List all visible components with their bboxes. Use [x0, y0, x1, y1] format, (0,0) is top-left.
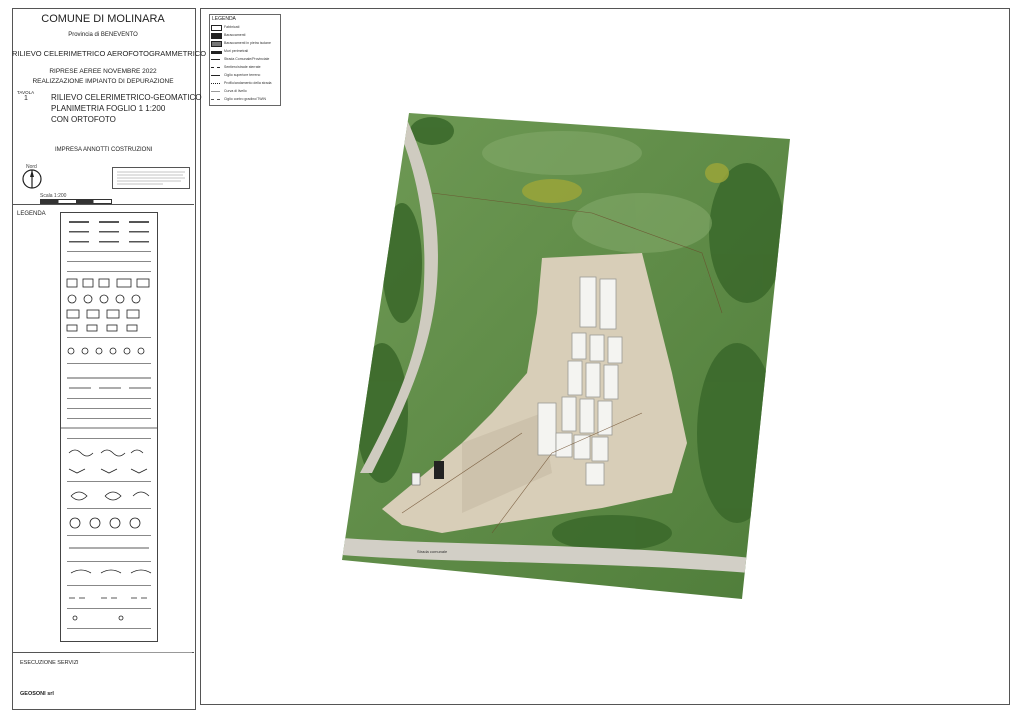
north-arrow-icon: [22, 169, 42, 189]
scale-bar-icon: [40, 199, 112, 204]
drawing-title-2: PLANIMETRIA FOGLIO 1 1:200: [51, 104, 166, 113]
note-box: [112, 167, 190, 189]
legend-item-strada: Strada Comunale/Provinciale: [211, 56, 279, 64]
legend-item-baraccamenti-pietra: Baraccamenti in pietra isolane: [211, 40, 279, 48]
north-label: Nord: [26, 164, 37, 170]
footer-note: [100, 652, 192, 656]
drawing-title-1: RILIEVO CELERIMETRICO-GEOMATICO: [51, 93, 202, 102]
legenda-label: LEGENDA: [17, 211, 46, 217]
legend-item-sentiero: Sentiero/strade sterrate: [211, 64, 279, 72]
legend-item-twin: Ciglio contro gradino/TWIN: [211, 96, 279, 104]
legend-item-curva: Curva di livello: [211, 88, 279, 96]
drawing-title-3: CON ORTOFOTO: [51, 115, 116, 124]
comune-title: COMUNE DI MOLINARA: [41, 13, 165, 25]
geosonic-label: GEOSONI srl: [20, 691, 54, 697]
legend-item-profilo: Profilo/andamento della strada: [211, 80, 279, 88]
legend-item-baraccamenti: Baraccamenti: [211, 32, 279, 40]
rilievo-heading: RILIEVO CELERIMETRICO AEROFOTOGRAMMETRIC…: [12, 49, 207, 58]
title-divider-1: [12, 204, 194, 205]
legend-item-muri: Muri perimetrali: [211, 48, 279, 56]
provincia-text: Provincia di BENEVENTO: [68, 32, 138, 38]
legend-item-ciglio: Ciglio superiore terreno: [211, 72, 279, 80]
legend-item-fabbricati: Fabbricati: [211, 24, 279, 32]
tavola-number: 1: [24, 95, 28, 102]
symbol-legend-sheet: [60, 212, 158, 642]
orthophoto-image: Strada comunale: [342, 113, 790, 599]
map-legend-title: LEGENDA: [212, 16, 236, 22]
impresa-text: IMPRESA ANNOTTI COSTRUZIONI: [55, 147, 153, 153]
road-label: Strada comunale: [417, 549, 448, 554]
realizzazione-text: REALIZZAZIONE IMPIANTO DI DEPURAZIONE: [32, 78, 174, 85]
riprese-text: RIPRESE AEREE NOVEMBRE 2022: [49, 68, 157, 75]
esecuzione-label: ESECUZIONE SERVIZI: [20, 660, 79, 666]
